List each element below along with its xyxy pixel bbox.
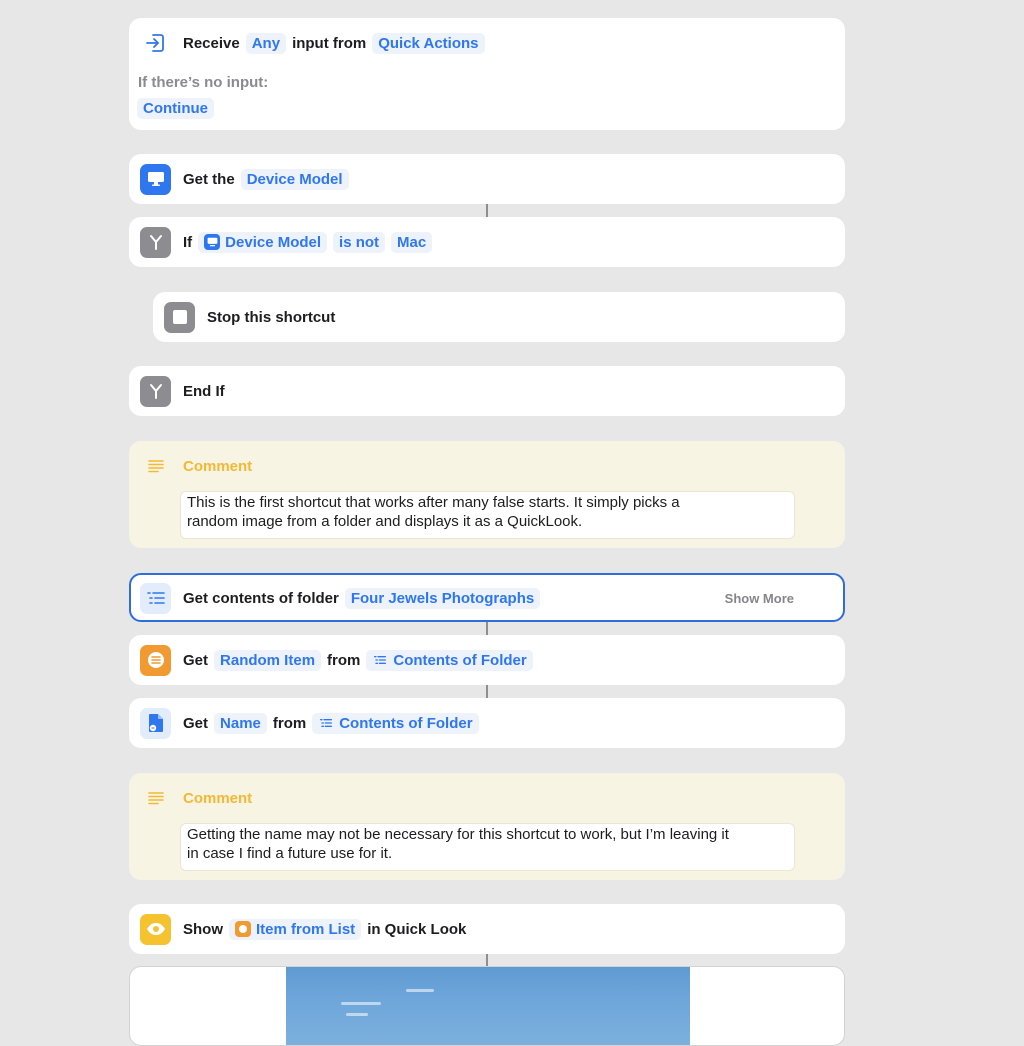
folder-token[interactable]: Four Jewels Photographs	[344, 587, 541, 609]
no-input-label: If there’s no input:	[138, 74, 269, 91]
if-label: If	[183, 233, 193, 251]
from-label: from	[327, 651, 361, 669]
lines-icon	[140, 783, 171, 814]
show-label: Show	[183, 920, 223, 938]
branch-icon	[140, 226, 171, 258]
input-from-label: input from	[292, 34, 367, 52]
list-circle-icon	[140, 644, 171, 676]
branch-icon	[140, 375, 171, 407]
quick-look-label: in Quick Look	[367, 920, 467, 938]
stop-label: Stop this shortcut	[207, 308, 336, 326]
get-the-label: Get the	[183, 170, 235, 188]
device-model-variable-token[interactable]: Device Model	[198, 231, 328, 253]
comment-line: Getting the name may not be necessary fo…	[187, 826, 729, 843]
get-folder-contents-card[interactable]: Get contents of folder Four Jewels Photo…	[129, 573, 845, 622]
comment-card[interactable]: Comment This is the first shortcut that …	[129, 441, 845, 548]
contents-of-folder-token[interactable]: Contents of Folder	[312, 712, 479, 734]
from-label: from	[272, 714, 307, 732]
get-device-details-card[interactable]: Get the Device Model	[129, 154, 845, 204]
quick-look-preview	[129, 966, 845, 1046]
document-icon	[140, 707, 171, 739]
monitor-icon	[204, 234, 221, 250]
eye-icon	[140, 913, 171, 945]
contents-of-folder-token[interactable]: Contents of Folder	[366, 649, 533, 671]
connector-line	[486, 954, 488, 966]
device-model-token[interactable]: Device Model	[240, 168, 349, 190]
comment-text-field[interactable]: This is the first shortcut that works af…	[180, 491, 795, 539]
end-if-label: End If	[183, 382, 225, 400]
if-action-card[interactable]: If Device Model is not Mac	[129, 217, 845, 267]
stop-icon	[164, 301, 195, 333]
value-token[interactable]: Mac	[391, 231, 433, 253]
item-from-list-token[interactable]: Item from List	[229, 918, 362, 940]
lines-icon	[140, 451, 171, 482]
random-item-token[interactable]: Random Item	[214, 649, 322, 671]
no-input-action: Continue	[137, 98, 220, 119]
list-icon	[372, 652, 388, 668]
input-arrow-icon	[140, 28, 171, 59]
connector-line	[486, 621, 488, 635]
variable-label: Device Model	[225, 233, 322, 251]
list-icon	[318, 715, 334, 731]
receive-action-card[interactable]: Receive Any input from Quick Actions If …	[129, 18, 845, 130]
token-label: Contents of Folder	[339, 714, 473, 732]
show-more-button[interactable]: Show More	[725, 575, 794, 621]
comment-line: random image from a folder and displays …	[187, 513, 583, 530]
get-name-card[interactable]: Get Name from Contents of Folder	[129, 698, 845, 748]
get-item-from-list-card[interactable]: Get Random Item from Contents of Folder	[129, 635, 845, 685]
get-label: Get	[183, 714, 209, 732]
monitor-icon	[140, 163, 171, 195]
connector-line	[486, 204, 488, 217]
receive-label: Receive	[183, 34, 240, 52]
end-if-card[interactable]: End If	[129, 366, 845, 416]
get-label: Get	[183, 651, 209, 669]
stop-shortcut-card[interactable]: Stop this shortcut	[153, 292, 845, 342]
comment-line: in case I find a future use for it.	[187, 845, 393, 862]
continue-token[interactable]: Continue	[137, 98, 214, 119]
quick-look-card[interactable]: Show Item from List in Quick Look	[129, 904, 845, 954]
get-folder-label: Get contents of folder	[183, 589, 339, 607]
connector-line	[486, 685, 488, 698]
condition-token[interactable]: is not	[333, 231, 386, 253]
comment-line: This is the first shortcut that works af…	[187, 494, 680, 511]
comment-title: Comment	[183, 789, 253, 807]
comment-card[interactable]: Comment Getting the name may not be nece…	[129, 773, 845, 880]
input-source-token[interactable]: Quick Actions	[372, 32, 485, 54]
token-label: Contents of Folder	[393, 651, 527, 669]
token-label: Item from List	[256, 920, 356, 938]
sky-photo	[286, 967, 690, 1045]
name-token[interactable]: Name	[214, 712, 267, 734]
list-icon	[140, 582, 171, 614]
input-type-token[interactable]: Any	[245, 32, 287, 54]
comment-title: Comment	[183, 457, 253, 475]
comment-text-field[interactable]: Getting the name may not be necessary fo…	[180, 823, 795, 871]
list-circle-icon	[235, 921, 251, 937]
